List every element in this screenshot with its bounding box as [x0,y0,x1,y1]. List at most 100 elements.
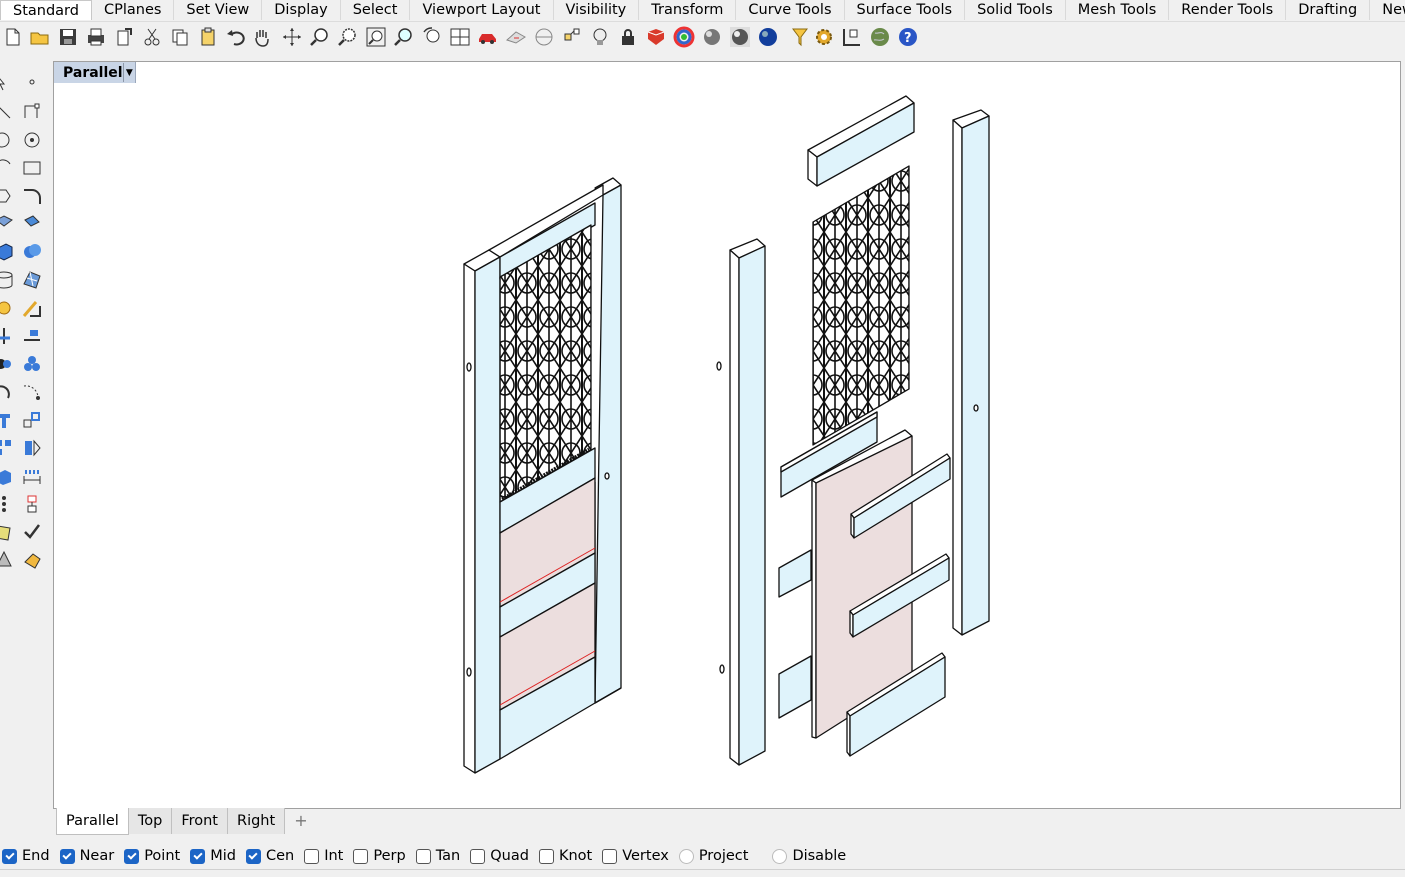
osnap-disable[interactable]: Disable [770,848,846,864]
trim-icon[interactable] [22,298,42,318]
osnap-end-checkbox[interactable] [2,848,17,864]
cut-icon[interactable] [141,26,163,48]
circle-icon[interactable] [22,130,42,150]
undo-view-icon[interactable] [421,26,443,48]
render-sphere-icon[interactable] [757,26,779,48]
split-icon[interactable] [0,326,14,346]
rectangle-icon[interactable] [22,158,42,178]
print-icon[interactable] [85,26,107,48]
osnap-perp[interactable]: Perp [351,848,406,864]
viewport-tab-right[interactable]: Right [228,808,286,834]
osnap-int-checkbox[interactable] [304,848,320,864]
surface-icon[interactable] [0,214,14,234]
osnap-point[interactable]: Point [122,848,180,864]
select-arrow-icon[interactable] [0,72,14,92]
tab-set-view[interactable]: Set View [174,0,263,20]
fillet-curve-icon[interactable] [22,186,42,206]
undo-icon[interactable] [225,26,247,48]
render-mesh-icon[interactable] [22,550,42,570]
osnap-cen-checkbox[interactable] [245,848,261,864]
grid-array-icon[interactable] [0,494,14,514]
new-file-icon[interactable] [2,26,24,48]
copy-object-icon[interactable] [22,410,42,430]
cone-icon[interactable] [0,550,14,570]
save-icon[interactable] [57,26,79,48]
boolean-icon[interactable] [22,242,42,262]
align-icon[interactable] [22,494,42,514]
tab-viewport-layout[interactable]: Viewport Layout [410,0,554,20]
viewport-tab-parallel[interactable]: Parallel [56,808,129,835]
grid-snap-icon[interactable] [841,26,863,48]
osnap-vertex[interactable]: Vertex [600,848,669,864]
box-icon[interactable] [0,242,14,262]
osnap-mid-checkbox[interactable] [190,848,206,864]
viewport-tab-front[interactable]: Front [172,808,228,834]
osnap-project-checkbox[interactable] [678,848,694,864]
tab-select[interactable]: Select [341,0,411,20]
extrude-icon[interactable] [0,466,14,486]
osnap-knot[interactable]: Knot [537,848,592,864]
osnap-int[interactable]: Int [302,848,343,864]
open-folder-icon[interactable] [29,26,51,48]
osnap-vertex-checkbox[interactable] [602,848,618,864]
array-icon[interactable] [0,438,14,458]
rebuild-icon[interactable] [22,382,42,402]
osnap-mid[interactable]: Mid [188,848,236,864]
osnap-end[interactable]: End [0,848,50,864]
osnap-near-checkbox[interactable] [59,848,75,864]
filter-icon[interactable] [789,26,811,48]
osnap-knot-checkbox[interactable] [538,848,554,864]
select-points-icon[interactable] [561,26,583,48]
tab-render-tools[interactable]: Render Tools [1169,0,1287,20]
tab-visibility[interactable]: Visibility [554,0,640,20]
zoom-extents-icon[interactable] [365,26,387,48]
move-icon[interactable] [0,410,14,430]
osnap-quad[interactable]: Quad [468,848,529,864]
car-view-icon[interactable] [477,26,499,48]
viewport-menu-dropdown-icon[interactable]: ▼ [122,63,135,82]
block-icon[interactable] [22,354,42,374]
lock-icon[interactable] [617,26,639,48]
globe-icon[interactable] [869,26,891,48]
tab-curve-tools[interactable]: Curve Tools [736,0,845,20]
import-icon[interactable] [113,26,135,48]
osnap-icon[interactable] [533,26,555,48]
copy-icon[interactable] [169,26,191,48]
layer-icon[interactable] [645,26,667,48]
osnap-tan-checkbox[interactable] [415,848,431,864]
loft-icon[interactable] [22,214,42,234]
curve-icon[interactable] [0,130,14,150]
osnap-near[interactable]: Near [58,848,114,864]
line-icon[interactable] [0,102,14,122]
tab-mesh-tools[interactable]: Mesh Tools [1066,0,1170,20]
explode-icon[interactable] [0,298,14,318]
point-icon[interactable] [22,72,42,92]
paste-icon[interactable] [197,26,219,48]
zoom-icon[interactable] [309,26,331,48]
plane-view-icon[interactable] [505,26,527,48]
add-viewport-tab-icon[interactable]: + [285,808,316,834]
shaded-sphere-icon[interactable] [701,26,723,48]
color-wheel-icon[interactable] [673,26,695,48]
osnap-tan[interactable]: Tan [414,848,460,864]
zoom-selected-icon[interactable] [393,26,415,48]
group-icon[interactable] [0,354,14,374]
rendered-sphere-icon[interactable] [729,26,751,48]
pan-hand-icon[interactable] [251,26,273,48]
osnap-disable-checkbox[interactable] [772,848,788,864]
polyline-icon[interactable] [22,102,42,122]
check-icon[interactable] [22,522,42,542]
join-icon[interactable] [22,326,42,346]
options-gear-icon[interactable] [813,26,835,48]
mirror-icon[interactable] [22,438,42,458]
viewport-tab-top[interactable]: Top [128,808,173,834]
osnap-cen[interactable]: Cen [244,848,294,864]
osnap-perp-checkbox[interactable] [353,848,369,864]
tab-solid-tools[interactable]: Solid Tools [965,0,1066,20]
tab-drafting[interactable]: Drafting [1286,0,1371,20]
osnap-project[interactable]: Project [677,848,748,864]
polygon-icon[interactable] [0,186,14,206]
light-bulb-icon[interactable] [589,26,611,48]
mesh-icon[interactable] [22,270,42,290]
tab-display[interactable]: Display [262,0,341,20]
